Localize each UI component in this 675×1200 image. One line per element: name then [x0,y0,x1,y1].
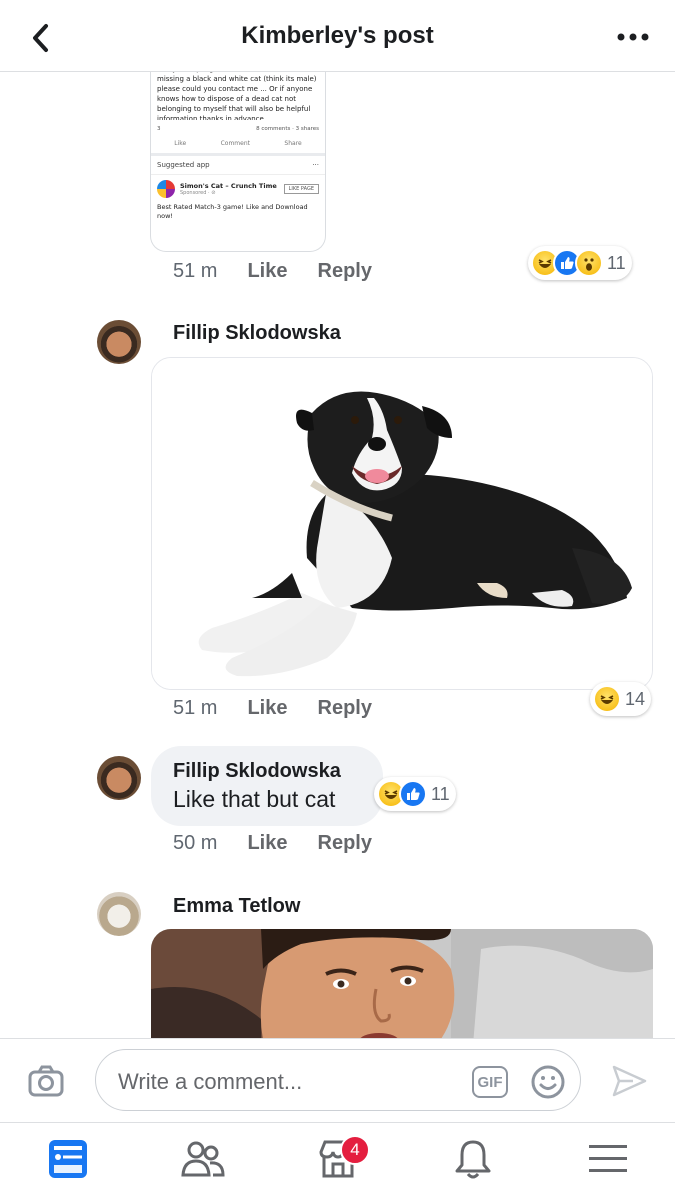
reactions-summary[interactable]: 14 [590,682,652,716]
comment-reply-button[interactable]: Reply [318,697,372,720]
reaction-count: 14 [625,688,646,709]
dog-photo [152,358,652,689]
page-title: Kimberley's post [241,22,434,49]
screenshot-suggested-more: ··· [312,161,319,169]
emoji-icon[interactable] [530,1064,566,1100]
screenshot-like-action: Like [174,140,187,147]
camera-icon[interactable] [26,1061,66,1101]
send-icon[interactable] [609,1061,649,1101]
haha-reaction-icon [593,685,621,713]
comments-list[interactable]: cat and has died I am looking for his ow… [0,72,675,1038]
screenshot-suggested-label: Suggested app [157,161,210,169]
shared-screenshot-image[interactable]: cat and has died I am looking for his ow… [150,72,326,252]
screenshot-like-page-button: LIKE PAGE [283,184,319,194]
reactions-summary[interactable]: 11 [374,777,456,811]
notification-badge: 4 [340,1135,370,1165]
comment-image[interactable] [151,357,653,690]
screenshot-comment-share-count: 8 comments · 3 shares [256,126,319,132]
screenshot-app-sub: Sponsored · ⊘ [180,190,216,196]
comment-bubble[interactable]: Fillip Sklodowska Like that but cat [151,746,383,826]
comment-reply-button[interactable]: Reply [318,260,372,283]
avatar[interactable] [97,756,141,800]
screenshot-reaction-count: 3 [157,126,161,132]
app-logo-icon [157,180,175,198]
screenshot-stats: 3 8 comments · 3 shares [151,120,325,132]
friends-icon [180,1137,226,1186]
tab-news-feed[interactable] [0,1123,135,1200]
screenshot-comment-action: Comment [220,140,250,147]
comment-image[interactable] [151,929,653,1038]
tab-bar: 4 [0,1122,675,1200]
screenshot-app-description: Best Rated Match-3 game! Like and Downlo… [157,203,308,220]
reaction-count: 11 [607,252,626,273]
screenshot-suggested-header: Suggested app ··· [151,156,325,175]
comment-text: Like that but cat [173,786,336,812]
top-bar: Kimberley's post [0,0,675,72]
tab-friends[interactable] [135,1123,270,1200]
comment-input-placeholder: Write a comment... [118,1069,303,1094]
avatar[interactable] [97,892,141,936]
menu-icon [586,1137,630,1186]
comment-meta: 51 m Like Reply [173,697,372,720]
comment-like-button[interactable]: Like [247,697,287,720]
screenshot-share-action: Share [284,140,302,147]
comment-author[interactable]: Fillip Sklodowska [173,760,341,783]
screenshot-actions: Like Comment Share [151,132,325,156]
avatar[interactable] [97,320,141,364]
news-feed-icon [46,1137,90,1186]
man-photo [151,929,653,1038]
comment-author[interactable]: Fillip Sklodowska [173,322,341,345]
tab-notifications[interactable] [405,1123,540,1200]
bell-icon [451,1137,495,1186]
comment-time: 51 m [173,260,218,282]
reaction-count: 11 [431,783,450,804]
comment-reply-button[interactable]: Reply [318,832,372,855]
wow-reaction-icon [575,249,603,277]
comment-time: 50 m [173,832,218,854]
screenshot-post-text: cat and has died I am looking for his ow… [157,72,317,120]
comment-input[interactable]: Write a comment... GIF [95,1049,581,1111]
screenshot-app-name: Simon's Cat – Crunch Time [180,182,277,190]
comment-like-button[interactable]: Like [247,832,287,855]
screenshot-app-row: Simon's Cat – Crunch Time Sponsored · ⊘ … [151,175,325,203]
reactions-summary[interactable]: 11 [528,246,632,280]
tab-marketplace[interactable]: 4 [270,1123,405,1200]
comment-author[interactable]: Emma Tetlow [173,895,300,918]
comment-meta: 51 m Like Reply [173,260,372,283]
like-reaction-icon [399,780,427,808]
gif-button[interactable]: GIF [472,1066,508,1098]
comment-time: 51 m [173,697,218,719]
tab-menu[interactable] [540,1123,675,1200]
comment-composer: Write a comment... GIF [0,1038,675,1122]
comment-meta: 50 m Like Reply [173,832,372,855]
comment-like-button[interactable]: Like [247,260,287,283]
more-options-icon[interactable] [613,20,653,54]
